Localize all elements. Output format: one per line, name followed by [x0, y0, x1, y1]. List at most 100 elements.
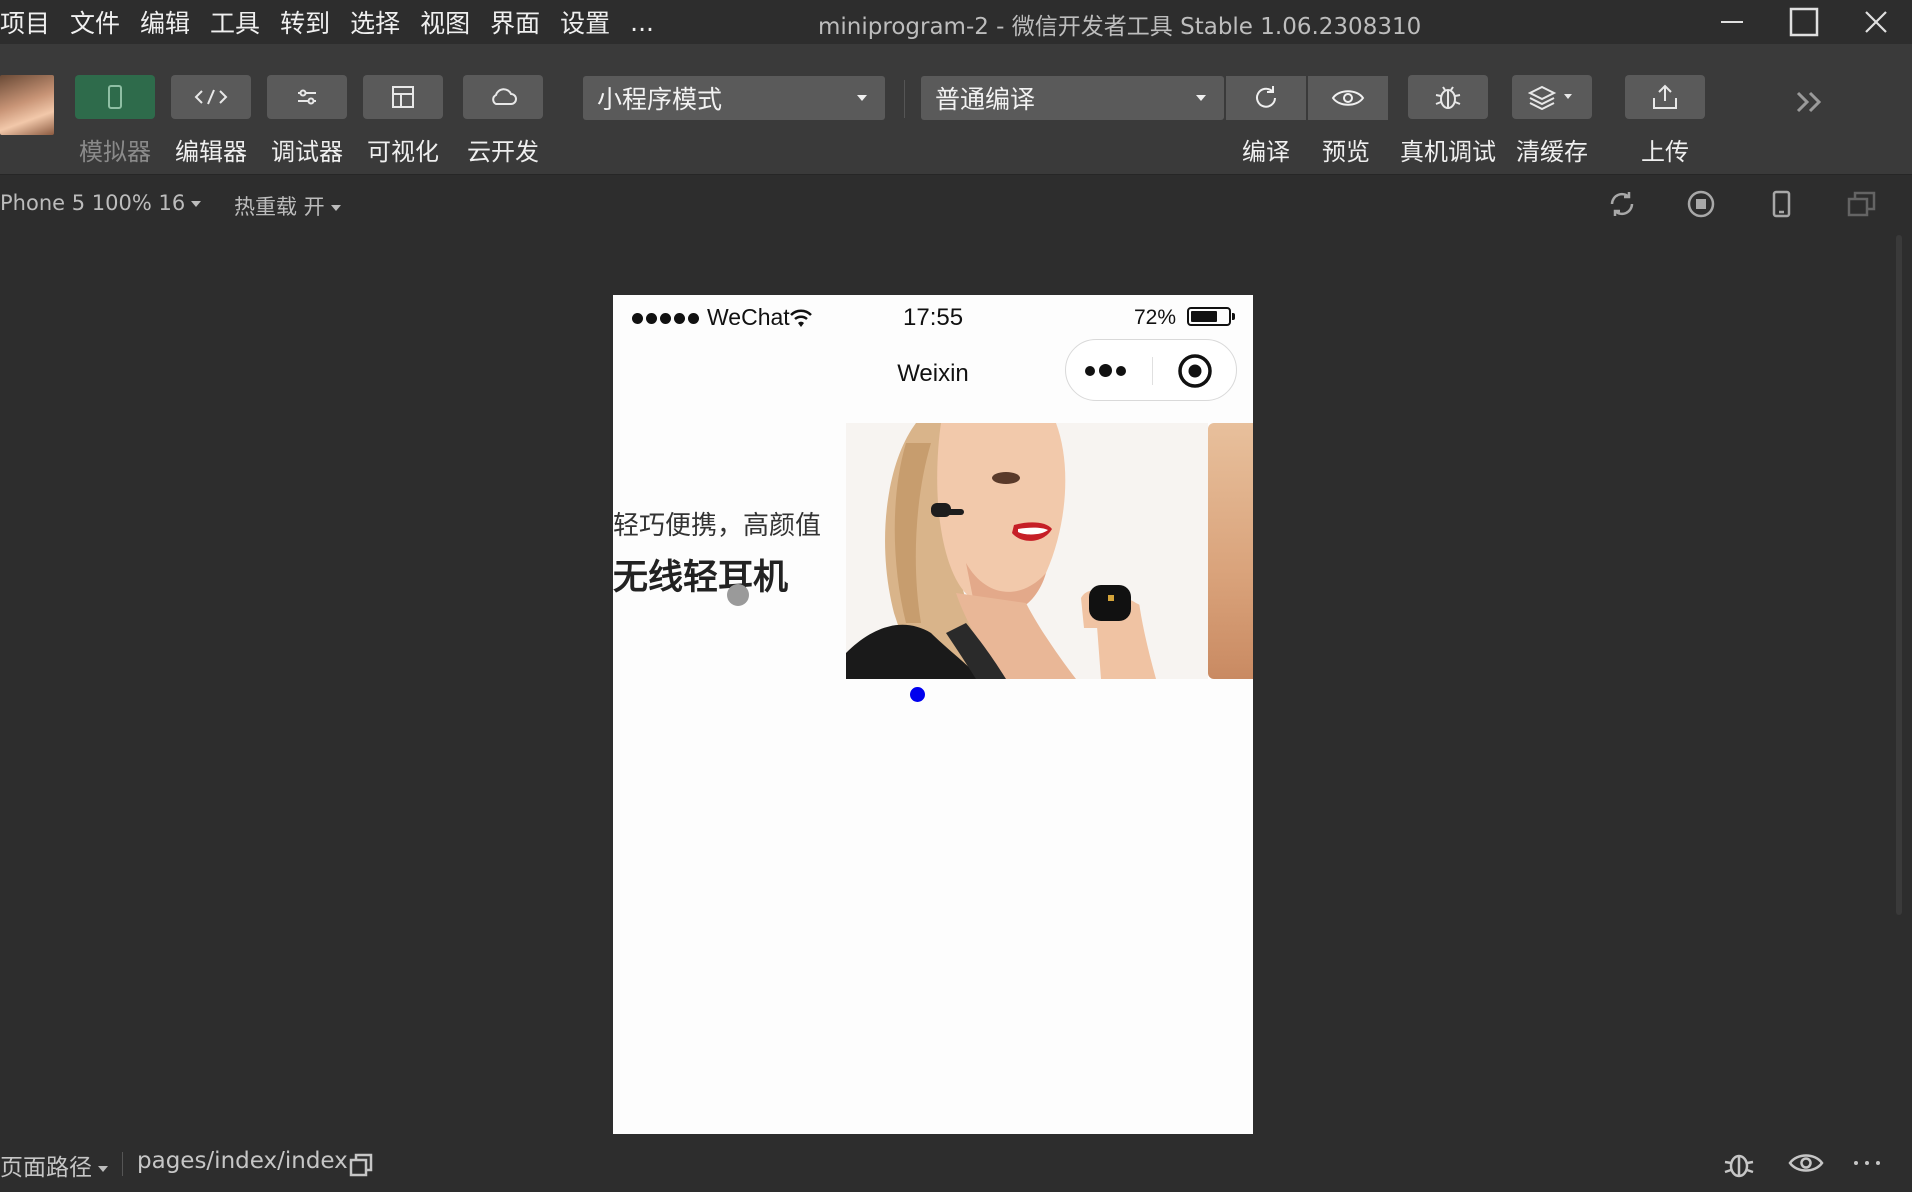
stop-icon — [1687, 190, 1715, 218]
window-icon — [1847, 191, 1876, 217]
upload-button[interactable] — [1625, 75, 1705, 119]
copy-path-button[interactable] — [348, 1152, 374, 1182]
layers-icon — [1528, 85, 1572, 110]
editor-button[interactable] — [171, 75, 251, 119]
compile-mode-value: 普通编译 — [935, 85, 1036, 114]
mode-select-value: 小程序模式 — [597, 85, 723, 114]
cloud-icon — [492, 88, 517, 105]
menu-more[interactable]: ... — [620, 8, 664, 37]
menu-capsule — [1065, 339, 1237, 401]
phone-icon — [108, 85, 122, 109]
chevron-down-icon — [330, 205, 341, 211]
menu-project[interactable]: 项目 — [0, 4, 60, 40]
hot-reload-value: 热重载 开 — [234, 195, 325, 219]
rotate-icon — [1610, 192, 1634, 216]
chevron-down-icon — [857, 95, 867, 101]
compile-label: 编译 — [1242, 138, 1290, 166]
device-frame-button[interactable] — [1766, 189, 1796, 223]
earphone-model-photo — [846, 423, 1208, 679]
menu-interface[interactable]: 界面 — [480, 4, 550, 40]
detach-window-button[interactable] — [1846, 189, 1878, 223]
menu-view[interactable]: 视图 — [410, 4, 480, 40]
menu-settings[interactable]: 设置 — [550, 4, 620, 40]
cloud-button[interactable] — [463, 75, 543, 119]
phone-simulator: WeChat 17:55 72% Weixin 轻巧便携，高颜值 无线轻耳机 — [613, 295, 1253, 1134]
avatar[interactable] — [0, 75, 54, 135]
menu-tools[interactable]: 工具 — [200, 4, 270, 40]
window-controls — [1696, 0, 1912, 44]
menu-edit[interactable]: 编辑 — [130, 4, 200, 40]
more-options-button[interactable] — [1851, 1148, 1883, 1182]
capsule-divider — [1152, 357, 1153, 385]
banner-image — [846, 423, 1208, 679]
maximize-button[interactable] — [1768, 0, 1840, 44]
preview-label: 预览 — [1322, 138, 1370, 166]
mode-select[interactable]: 小程序模式 — [583, 76, 885, 120]
status-time: 17:55 — [903, 304, 964, 331]
refresh-icon — [1256, 86, 1276, 108]
slide-subtitle: 轻巧便携，高颜值 — [613, 511, 822, 541]
bug-icon — [1724, 1154, 1754, 1178]
simulator-toolbar: Phone 5 100% 16 热重载 开 — [0, 175, 1912, 235]
battery-percent: 72% — [1134, 306, 1177, 329]
page-path-label: 页面路径 — [0, 1155, 92, 1181]
minimize-icon — [1721, 21, 1743, 23]
close-icon — [1865, 11, 1887, 33]
visual-button[interactable] — [363, 75, 443, 119]
bottom-status-bar: 页面路径 pages/index/index — [0, 1138, 1912, 1192]
debugger-button[interactable] — [267, 75, 347, 119]
compile-button[interactable] — [1226, 76, 1306, 120]
device-select[interactable]: Phone 5 100% 16 — [0, 191, 202, 215]
cloud-label: 云开发 — [467, 138, 539, 166]
menu-file[interactable]: 文件 — [60, 4, 130, 40]
banner-swiper[interactable]: 轻巧便携，高颜值 无线轻耳机 — [613, 423, 1253, 679]
chevron-down-icon — [191, 201, 202, 207]
menu-goto[interactable]: 转到 — [270, 4, 340, 40]
toolbar-more-button[interactable] — [1793, 88, 1827, 120]
double-chevron-right-icon — [1796, 91, 1822, 113]
code-icon — [194, 89, 228, 105]
window-title: miniprogram-2 - 微信开发者工具 Stable 1.06.2308… — [818, 14, 1422, 40]
compile-mode-select[interactable]: 普通编译 — [921, 76, 1224, 120]
visual-label: 可视化 — [367, 138, 439, 166]
preview-eye-button[interactable] — [1788, 1148, 1824, 1182]
debug-bug-button[interactable] — [1722, 1148, 1756, 1184]
status-bar: WeChat 17:55 72% — [613, 295, 1253, 339]
eye-icon — [1788, 1154, 1824, 1172]
chevron-down-icon — [98, 1165, 108, 1172]
stop-button[interactable] — [1686, 189, 1716, 223]
toolbar-divider — [904, 80, 905, 118]
minimize-button[interactable] — [1696, 0, 1768, 44]
upload-icon — [1653, 84, 1677, 109]
menu-select[interactable]: 选择 — [340, 4, 410, 40]
sliders-icon — [298, 89, 316, 105]
real-debug-label: 真机调试 — [1400, 138, 1496, 166]
slide-title: 无线轻耳机 — [613, 558, 789, 598]
hot-reload-select[interactable]: 热重载 开 — [234, 191, 341, 221]
wifi-icon — [790, 309, 812, 327]
preview-button[interactable] — [1308, 76, 1388, 120]
bottom-divider — [122, 1152, 123, 1176]
copy-icon — [349, 1153, 373, 1177]
close-button[interactable] — [1840, 0, 1912, 44]
main-toolbar: 模拟器 编辑器 调试器 可视化 云开发 小程序模式 普通编译 编译 预览 真机调… — [0, 44, 1912, 175]
bug-icon — [1435, 86, 1461, 109]
more-icon[interactable] — [1085, 364, 1126, 377]
editor-label: 编辑器 — [175, 138, 247, 166]
simulator-button[interactable] — [75, 75, 155, 119]
clear-cache-button[interactable] — [1512, 75, 1592, 119]
page-path: pages/index/index — [137, 1148, 348, 1174]
page-path-select[interactable]: 页面路径 — [0, 1148, 108, 1182]
rotate-button[interactable] — [1607, 189, 1637, 223]
close-target-icon[interactable] — [1177, 353, 1213, 389]
maximize-icon — [1789, 7, 1819, 37]
swiper-indicator-active[interactable] — [910, 687, 925, 702]
scrollbar[interactable] — [1896, 235, 1902, 915]
navigation-bar: Weixin — [613, 339, 1253, 405]
next-slide-preview — [1208, 423, 1253, 679]
mobile-icon — [1772, 190, 1791, 218]
real-debug-button[interactable] — [1408, 75, 1488, 119]
signal-icon — [632, 313, 699, 324]
device-select-value: Phone 5 100% 16 — [0, 191, 186, 215]
chevron-down-icon — [1196, 95, 1206, 101]
